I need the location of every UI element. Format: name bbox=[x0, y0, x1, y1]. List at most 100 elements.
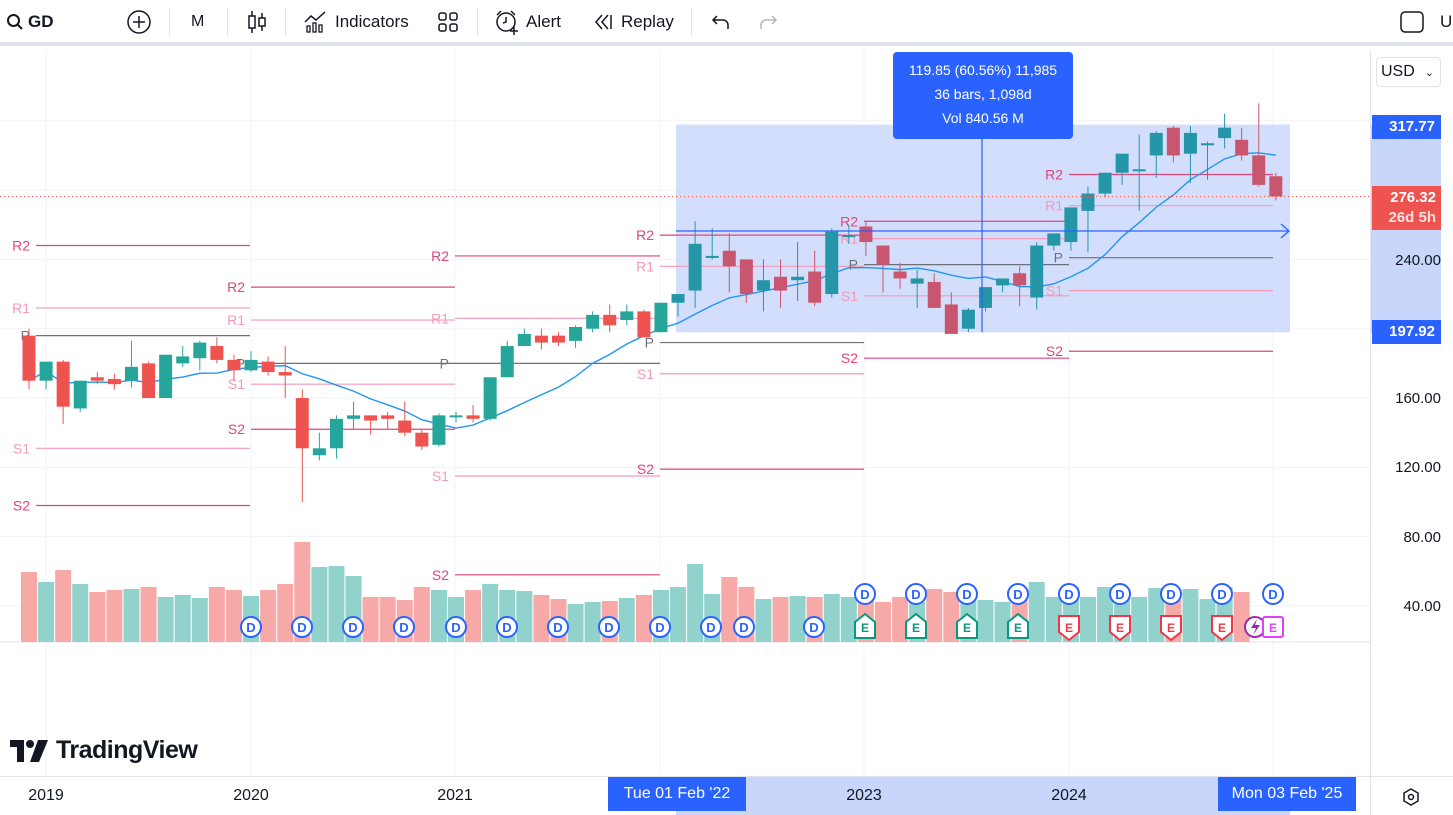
volume-bar bbox=[1079, 597, 1096, 642]
interval-label: M bbox=[191, 13, 205, 30]
candle-body bbox=[842, 235, 856, 238]
dividend-marker-icon[interactable]: D bbox=[240, 616, 262, 638]
pivot-label-s1: S1 bbox=[637, 366, 654, 382]
volume-bar bbox=[618, 598, 635, 642]
currency-select[interactable]: USD ⌄ bbox=[1376, 57, 1441, 87]
svg-text:D: D bbox=[553, 620, 562, 635]
undo-button[interactable] bbox=[711, 0, 731, 44]
dividend-marker-icon[interactable]: D bbox=[445, 616, 467, 638]
square-icon bbox=[1400, 11, 1424, 33]
candle-body bbox=[910, 278, 924, 284]
candle-body bbox=[1218, 127, 1232, 139]
price-label: 120.00 bbox=[1395, 459, 1441, 476]
alarm-clock-icon bbox=[496, 10, 518, 35]
candle-body bbox=[1269, 176, 1283, 197]
last-price-tag: 276.32 26d 5h bbox=[1372, 186, 1441, 230]
candle-body bbox=[466, 415, 480, 419]
svg-text:E: E bbox=[912, 621, 920, 635]
candle-body bbox=[620, 311, 634, 321]
candle-body bbox=[654, 302, 668, 333]
dividend-marker-icon[interactable]: D bbox=[956, 583, 978, 605]
replay-button[interactable]: Replay bbox=[593, 0, 674, 44]
volume-bar bbox=[567, 604, 584, 642]
candle-body bbox=[398, 420, 412, 433]
volume-bar bbox=[926, 589, 943, 642]
candle-body bbox=[517, 333, 531, 347]
toolbar-divider bbox=[477, 8, 478, 36]
candle-body bbox=[107, 378, 121, 385]
dividend-marker-icon[interactable]: D bbox=[547, 616, 569, 638]
dividend-marker-icon[interactable]: D bbox=[598, 616, 620, 638]
upcoming-earnings-marker-icon[interactable]: E bbox=[1262, 616, 1284, 638]
dividend-marker-icon[interactable]: D bbox=[393, 616, 415, 638]
volume-bar bbox=[106, 590, 123, 642]
brand-name: TradingView bbox=[56, 736, 198, 764]
volume-bar bbox=[516, 591, 533, 642]
candle-body bbox=[1013, 273, 1027, 286]
dividend-marker-icon[interactable]: D bbox=[700, 616, 722, 638]
candle-body bbox=[1252, 155, 1266, 185]
candle-body bbox=[791, 276, 805, 281]
candle-body bbox=[859, 226, 873, 243]
layout-button[interactable] bbox=[1400, 0, 1424, 44]
svg-text:D: D bbox=[962, 587, 971, 602]
candle-body bbox=[637, 311, 651, 338]
candle-body bbox=[603, 314, 617, 326]
last-price-value: 276.32 bbox=[1390, 189, 1436, 206]
dividend-marker-icon[interactable]: D bbox=[649, 616, 671, 638]
candle-body bbox=[364, 415, 378, 421]
svg-text:D: D bbox=[860, 587, 869, 602]
dividend-marker-icon[interactable]: D bbox=[905, 583, 927, 605]
time-scale[interactable]: 2019 2020 2021 2023 2024 Tue 01 Feb '22 … bbox=[0, 776, 1370, 815]
undo-icon bbox=[711, 15, 729, 29]
price-scale[interactable]: 280.00 240.00 160.00 120.00 80.00 40.00 … bbox=[1370, 50, 1453, 776]
candle-body bbox=[876, 245, 890, 265]
dividend-marker-icon[interactable]: D bbox=[803, 616, 825, 638]
volume-bar bbox=[328, 566, 345, 642]
candle-body bbox=[227, 359, 241, 371]
svg-text:E: E bbox=[1065, 621, 1073, 635]
volume-bar bbox=[140, 587, 157, 642]
compare-symbol-button[interactable] bbox=[126, 0, 152, 44]
candle-body bbox=[927, 281, 941, 308]
candle-body bbox=[1132, 169, 1146, 172]
dividend-marker-icon[interactable]: D bbox=[1058, 583, 1080, 605]
pivot-label-s2: S2 bbox=[228, 421, 245, 437]
candle-body bbox=[961, 309, 975, 329]
volume-bar bbox=[55, 570, 72, 642]
svg-text:D: D bbox=[502, 620, 511, 635]
dividend-marker-icon[interactable]: D bbox=[1109, 583, 1131, 605]
symbol-search-button[interactable]: GD bbox=[6, 0, 54, 44]
price-label: 80.00 bbox=[1403, 529, 1441, 546]
chart-type-button[interactable] bbox=[246, 0, 268, 44]
volume-bar bbox=[260, 590, 277, 642]
candle-body bbox=[1166, 127, 1180, 156]
templates-button[interactable] bbox=[437, 0, 459, 44]
svg-text:D: D bbox=[1115, 587, 1124, 602]
dividend-marker-icon[interactable]: D bbox=[1262, 583, 1284, 605]
redo-button[interactable] bbox=[758, 0, 778, 44]
unsaved-label[interactable]: U bbox=[1440, 0, 1452, 44]
volume-bar bbox=[362, 597, 379, 642]
svg-text:D: D bbox=[1268, 587, 1277, 602]
dividend-marker-icon[interactable]: D bbox=[733, 616, 755, 638]
indicators-button[interactable]: Indicators bbox=[303, 0, 409, 44]
time-range-highlight bbox=[676, 777, 1290, 815]
interval-button[interactable]: M bbox=[191, 0, 204, 44]
candle-body bbox=[893, 271, 907, 279]
candle-body bbox=[483, 377, 497, 419]
plus-circle-icon bbox=[127, 10, 151, 34]
tradingview-logo[interactable]: TradingView bbox=[10, 736, 198, 765]
dividend-marker-icon[interactable]: D bbox=[1160, 583, 1182, 605]
dividend-marker-icon[interactable]: D bbox=[342, 616, 364, 638]
candle-body bbox=[73, 380, 87, 409]
alert-button[interactable]: Alert bbox=[494, 0, 561, 44]
chart-pane[interactable]: R2R1PS1S2R2R1PS1S2R2R1PS1S2R2R1PS1S2R2R1… bbox=[0, 50, 1370, 776]
scale-settings-button[interactable] bbox=[1370, 776, 1453, 815]
dividend-marker-icon[interactable]: D bbox=[854, 583, 876, 605]
dividend-marker-icon[interactable]: D bbox=[1211, 583, 1233, 605]
dividend-marker-icon[interactable]: D bbox=[496, 616, 518, 638]
dividend-marker-icon[interactable]: D bbox=[291, 616, 313, 638]
dividend-marker-icon[interactable]: D bbox=[1007, 583, 1029, 605]
svg-text:D: D bbox=[911, 587, 920, 602]
